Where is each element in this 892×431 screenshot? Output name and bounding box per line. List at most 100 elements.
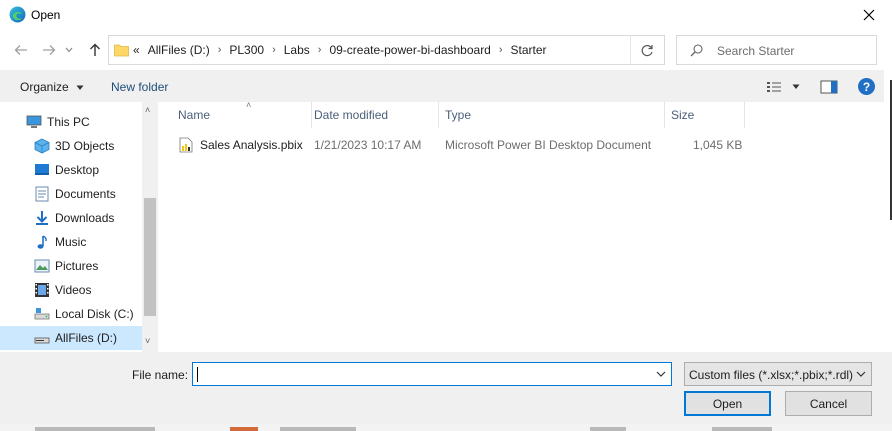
background-text [590,427,626,431]
back-button[interactable] [11,40,31,60]
pbix-file-icon [179,137,193,153]
computer-icon [26,115,42,128]
breadcrumb-overflow[interactable]: « [133,43,140,57]
scrollbar-thumb[interactable] [144,198,156,316]
sidebar-item-label: Pictures [55,259,99,273]
sidebar-item-allfiles[interactable]: AllFiles (D:) [0,326,142,350]
organize-button[interactable]: Organize [20,80,84,94]
command-toolbar: Organize New folder ? [0,70,884,102]
forward-arrow-icon [43,45,56,55]
title-bar: Open [0,0,892,30]
background-text [35,427,155,431]
sidebar-item-label: Downloads [55,211,115,225]
documents-icon [35,186,49,202]
desktop-icon [35,164,49,175]
column-label: Type [445,108,472,122]
file-type-value: Custom files (*.xlsx;*.pbix;*.rdl) [689,368,854,382]
sidebar-item-downloads[interactable]: Downloads [0,206,142,230]
chevron-down-icon [65,47,73,53]
breadcrumb-allfiles[interactable]: AllFiles (D:) [148,43,210,57]
scroll-down-icon[interactable]: ˅ [145,336,150,346]
file-date: 1/21/2023 10:17 AM [314,138,422,152]
organize-label: Organize [20,80,69,94]
file-list: Name ˄ Date modified Type Size Sales Ana… [160,100,884,352]
cancel-button[interactable]: Cancel [785,391,872,416]
dialog-footer: File name: Custom files (*.xlsx;*.pbix;*… [0,352,892,431]
chevron-down-icon[interactable] [656,371,666,378]
up-arrow-icon [90,43,100,56]
breadcrumb-labs[interactable]: Labs [284,43,310,57]
file-name: Sales Analysis.pbix [200,138,303,152]
disk-drive-icon [34,337,50,344]
sidebar-item-local-disk[interactable]: Local Disk (C:) [0,302,142,326]
sidebar-item-label: This PC [47,115,90,129]
film-icon [35,283,49,297]
background-text [280,427,356,431]
close-button[interactable] [846,0,892,30]
column-header-name[interactable]: Name ˄ [170,100,312,128]
sidebar-item-videos[interactable]: Videos [0,278,142,302]
back-arrow-icon [14,45,27,55]
sidebar-item-music[interactable]: Music [0,230,142,254]
refresh-button[interactable] [630,36,664,64]
sidebar-item-label: Videos [55,283,92,297]
preview-pane-icon[interactable] [820,79,838,95]
close-icon [863,9,875,21]
disk-drive-icon [34,308,50,320]
file-size: 1,045 KB [693,138,743,152]
breadcrumb-pl300[interactable]: PL300 [229,43,264,57]
column-header-size[interactable]: Size [663,102,745,128]
search-input[interactable]: Search Starter [717,44,794,58]
edge-icon [9,6,26,23]
chevron-right-icon[interactable]: › [218,44,222,56]
address-bar[interactable]: « AllFiles (D:) › PL300 › Labs › 09-crea… [108,35,665,65]
chevron-down-icon [792,84,800,89]
breadcrumb: « AllFiles (D:) › PL300 › Labs › 09-crea… [133,43,547,57]
file-type-select[interactable]: Custom files (*.xlsx;*.pbix;*.rdl) [684,362,872,386]
sidebar-item-3d-objects[interactable]: 3D Objects [0,134,142,158]
scroll-up-icon[interactable]: ˄ [145,105,150,115]
download-arrow-icon [36,211,48,225]
breadcrumb-lab-folder[interactable]: 09-create-power-bi-dashboard [329,43,490,57]
sidebar-item-label: Music [55,235,87,249]
open-button[interactable]: Open [684,391,771,416]
help-button[interactable]: ? [858,78,875,95]
refresh-icon [641,44,653,56]
navigation-pane-scrollbar[interactable]: ˄ ˅ [142,102,158,352]
change-view-button[interactable] [766,79,800,95]
column-header-type[interactable]: Type [437,102,665,128]
window-title: Open [31,8,61,22]
window-edge [884,70,892,360]
chevron-down-icon [856,371,866,377]
music-note-icon [37,235,47,249]
column-label: Size [671,108,695,122]
forward-button[interactable] [39,40,59,60]
sidebar-item-label: Documents [55,187,116,201]
details-view-icon [767,82,781,92]
chevron-right-icon[interactable]: › [318,44,322,56]
sidebar-item-label: AllFiles (D:) [55,331,117,345]
column-label: Date modified [314,108,389,122]
search-box[interactable]: Search Starter [676,35,877,65]
recent-locations-button[interactable] [62,40,76,60]
file-type: Microsoft Power BI Desktop Document [445,138,652,152]
sidebar-item-pictures[interactable]: Pictures [0,254,142,278]
background-text [230,427,258,431]
sidebar-item-documents[interactable]: Documents [0,182,142,206]
sidebar-item-label: Desktop [55,163,100,177]
column-header-date-modified[interactable]: Date modified [306,102,439,128]
column-label: Name [178,108,211,122]
sort-ascending-icon: ˄ [246,100,252,110]
chevron-right-icon[interactable]: › [499,44,503,56]
text-caret [197,367,198,382]
up-button[interactable] [85,40,105,60]
chevron-down-icon [76,85,84,90]
file-row[interactable]: Sales Analysis.pbix 1/21/2023 10:17 AM M… [174,134,744,156]
new-folder-button[interactable]: New folder [111,80,168,94]
file-name-field[interactable] [192,362,672,386]
background-text [712,427,772,431]
sidebar-item-desktop[interactable]: Desktop [0,158,142,182]
sidebar-item-this-pc[interactable]: This PC [0,110,142,134]
chevron-right-icon[interactable]: › [272,44,276,56]
breadcrumb-starter[interactable]: Starter [511,43,547,57]
